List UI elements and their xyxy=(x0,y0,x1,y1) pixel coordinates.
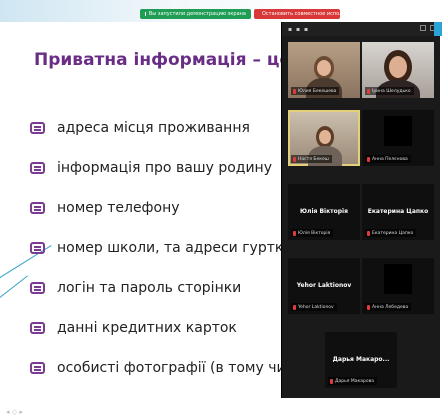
bullet-text: номер школи, та адреси гуртків xyxy=(57,240,296,256)
participant-name-tag: Анна Пелєнова xyxy=(365,155,411,163)
participant-tile[interactable]: Екатерина Цапко Екатерина Цапко xyxy=(362,184,434,240)
participant-name-tag: Настя Бекеш xyxy=(291,155,332,163)
bullet-item: номер школи, та адреси гуртків xyxy=(30,236,295,260)
participant-tile[interactable]: Yehor Laktionov Yehor Laktionov xyxy=(288,258,360,314)
participant-display-name: Екатерина Цапко xyxy=(367,208,429,215)
mic-muted-icon xyxy=(293,156,296,162)
participant-name-tag: Дарья Макарова xyxy=(328,377,378,385)
close-panel-button[interactable] xyxy=(434,22,442,36)
bullet-item: адреса місця проживання xyxy=(30,116,250,140)
slide-footer-controls: ◂ ◇ ▸ xyxy=(6,408,23,416)
bullet-item: номер телефону xyxy=(30,196,180,220)
participant-display-name: Yehor Laktionov xyxy=(296,282,352,289)
participant-name-tag: Yehor Laktionov xyxy=(291,303,337,311)
video-gallery-panel: ▪ ▪ ▪ Юлия Бекешева Ірина Шелудько Настя… xyxy=(281,22,442,398)
participant-tile[interactable]: Ірина Шелудько xyxy=(362,42,434,98)
stop-sharing-label: Остановить совместное использование xyxy=(262,11,367,17)
camera-off-placeholder xyxy=(384,264,412,294)
participant-name-tag: Юлія Вікторія xyxy=(291,229,334,237)
sharing-status-indicator: Вы запустили демонстрацию экрана xyxy=(140,9,251,19)
participant-tile[interactable]: Юлия Бекешева xyxy=(288,42,360,98)
participant-name: Настя Бекеш xyxy=(298,156,329,162)
message-bubble-icon xyxy=(30,322,45,334)
participant-display-name: Дарья Макаро... xyxy=(332,356,390,363)
mic-muted-icon xyxy=(293,88,296,94)
participant-name-tag: Юлия Бекешева xyxy=(291,87,340,95)
participant-tile-active-speaker[interactable]: Настя Бекеш xyxy=(288,110,360,166)
mic-muted-icon xyxy=(367,156,370,162)
participant-tile[interactable]: Юлія Вікторія Юлія Вікторія xyxy=(288,184,360,240)
participant-name: Yehor Laktionov xyxy=(298,304,334,310)
slide-title: Приватна інформація – це: xyxy=(34,50,298,70)
participant-name: Анна Пелєнова xyxy=(372,156,408,162)
participant-name: Дарья Макарова xyxy=(335,378,375,384)
participant-name-tag: Екатерина Цапко xyxy=(365,229,417,237)
slide-decoration-line xyxy=(0,275,28,301)
bullet-text: номер телефону xyxy=(57,200,180,216)
message-bubble-icon xyxy=(30,202,45,214)
screen-share-bar: Вы запустили демонстрацию экрана Останов… xyxy=(140,9,367,19)
mic-muted-icon xyxy=(293,304,296,310)
participant-name: Юлія Вікторія xyxy=(298,230,331,236)
mic-muted-icon xyxy=(367,230,370,236)
participant-name: Ірина Шелудько xyxy=(372,88,411,94)
mic-muted-icon xyxy=(367,88,370,94)
mic-muted-icon xyxy=(330,378,333,384)
participant-face xyxy=(319,130,331,144)
participant-name: Екатерина Цапко xyxy=(372,230,414,236)
share-screen-icon xyxy=(145,12,146,16)
message-bubble-icon xyxy=(30,162,45,174)
bullet-item: інформація про вашу родину xyxy=(30,156,272,180)
participant-name-tag: Ірина Шелудько xyxy=(365,87,414,95)
camera-off-placeholder xyxy=(384,116,412,146)
sharing-status-text: Вы запустили демонстрацию экрана xyxy=(148,11,246,17)
participant-tile[interactable]: Анна Пелєнова xyxy=(362,110,434,166)
gallery-titlebar[interactable]: ▪ ▪ ▪ xyxy=(282,22,442,36)
bullet-text: логін та пароль сторінки xyxy=(57,280,242,296)
minimize-icon[interactable] xyxy=(420,25,426,31)
bullet-item: логін та пароль сторінки xyxy=(30,276,241,300)
participant-face xyxy=(389,56,407,78)
message-bubble-icon xyxy=(30,282,45,294)
gallery-view-icon[interactable]: ▪ ▪ ▪ xyxy=(288,26,309,33)
participant-name: Анна Лебедева xyxy=(372,304,409,310)
mic-muted-icon xyxy=(293,230,296,236)
message-bubble-icon xyxy=(30,242,45,254)
message-bubble-icon xyxy=(30,122,45,134)
bullet-text: інформація про вашу родину xyxy=(57,160,272,176)
mic-muted-icon xyxy=(367,304,370,310)
participant-display-name: Юлія Вікторія xyxy=(300,208,348,215)
participant-tile[interactable]: Дарья Макаро... Дарья Макарова xyxy=(325,332,397,388)
stop-sharing-button[interactable]: Остановить совместное использование xyxy=(254,9,367,19)
message-bubble-icon xyxy=(30,362,45,374)
participant-tile[interactable]: Анна Лебедева xyxy=(362,258,434,314)
participant-name-tag: Анна Лебедева xyxy=(365,303,412,311)
participant-face xyxy=(317,60,331,76)
bullet-text: адреса місця проживання xyxy=(57,120,250,136)
bullet-text: данні кредитних карток xyxy=(57,320,237,336)
participant-name: Юлия Бекешева xyxy=(298,88,337,94)
bullet-item: данні кредитних карток xyxy=(30,316,237,340)
